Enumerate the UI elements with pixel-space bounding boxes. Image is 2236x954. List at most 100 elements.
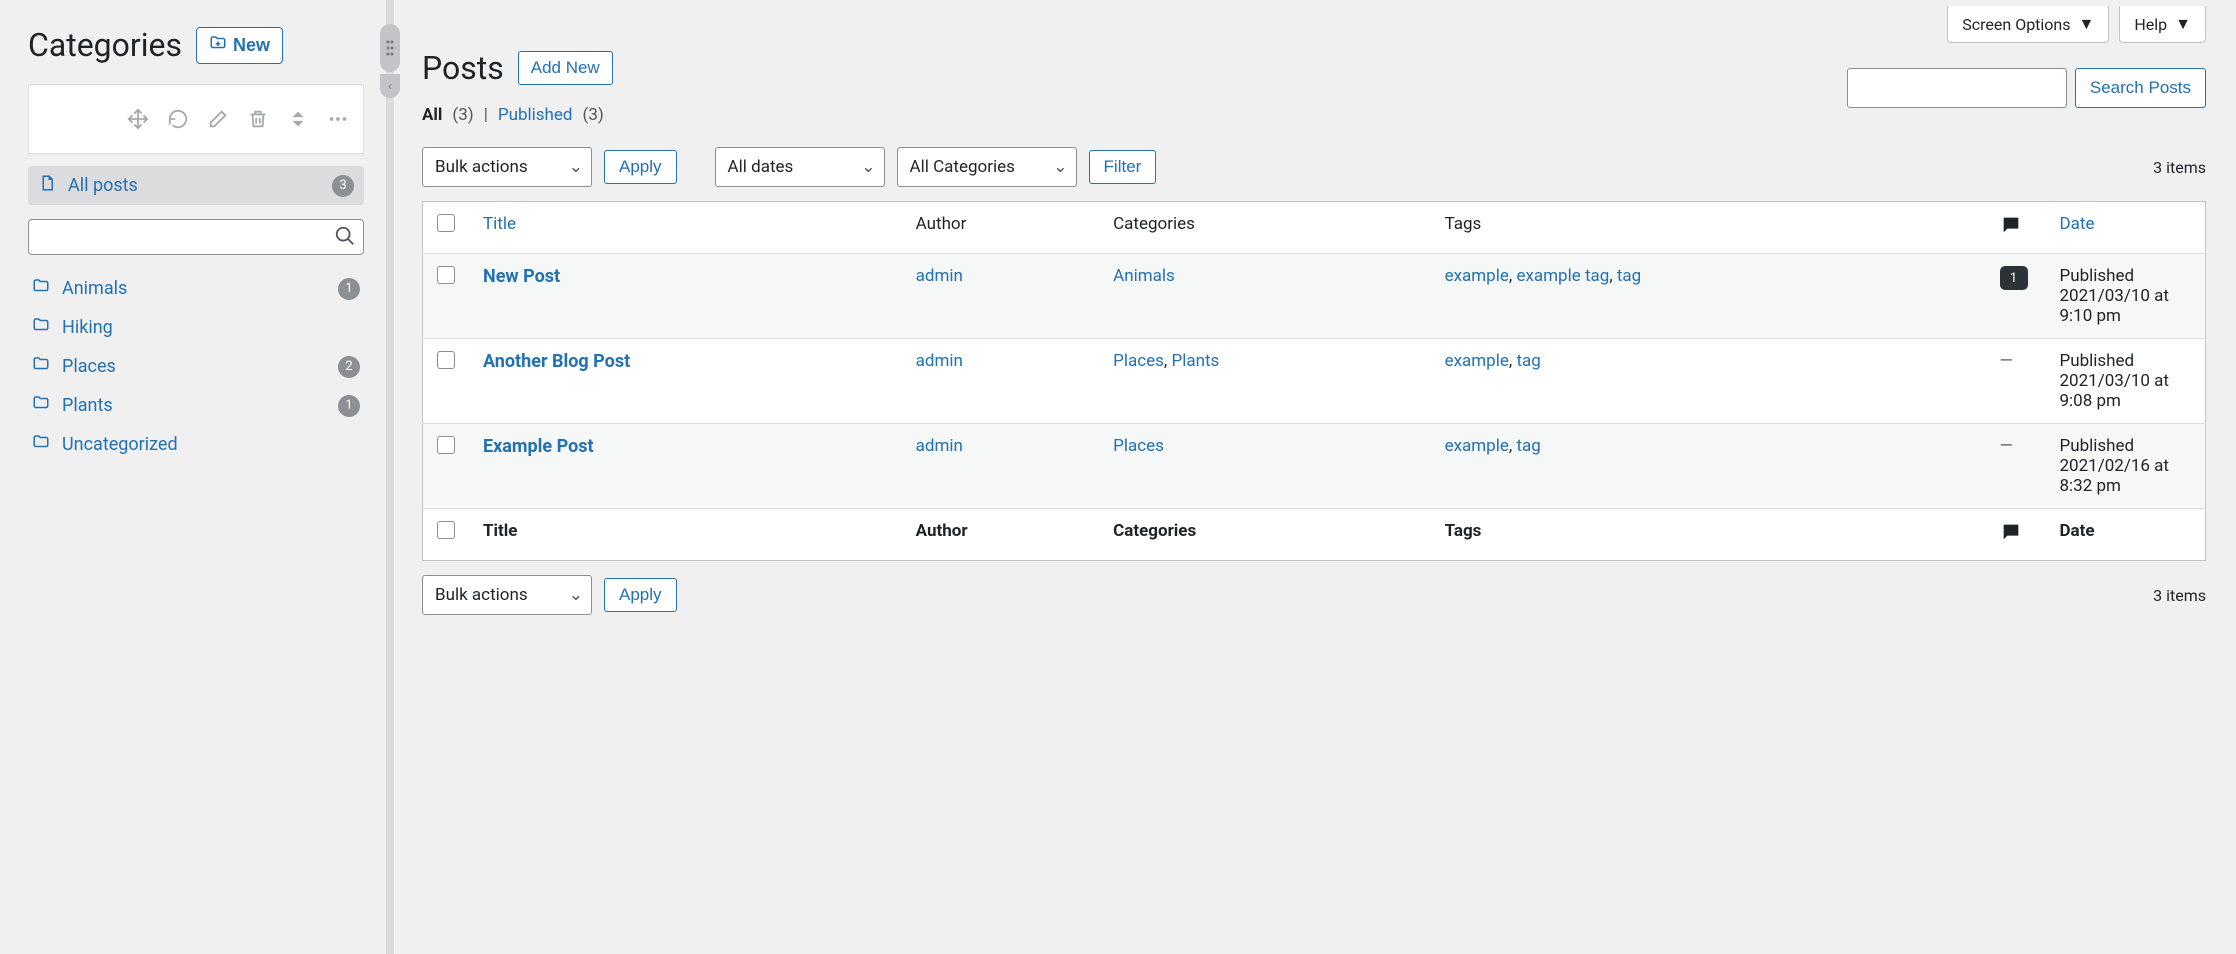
move-icon[interactable] [127,108,149,130]
col-author-footer: Author [902,509,1099,561]
categories-sidebar: Categories New All posts 3 Anim [0,0,392,954]
items-count-top: 3 items [2153,158,2206,177]
screen-options-label: Screen Options [1962,15,2070,34]
date-value: 2021/02/16 at 8:32 pm [2060,456,2170,496]
row-checkbox[interactable] [437,266,455,284]
comment-icon [2000,528,2022,548]
help-tab[interactable]: Help ▼ [2119,6,2206,43]
new-category-button[interactable]: New [196,27,283,64]
tag-link[interactable]: example [1445,266,1509,286]
date-status: Published [2060,351,2135,371]
page-title: Posts [422,49,504,87]
category-filter-select[interactable]: All Categories ⌄ [897,147,1077,187]
apply-button-bottom[interactable]: Apply [604,578,677,612]
items-count-bottom: 3 items [2153,586,2206,605]
add-new-button[interactable]: Add New [518,51,613,85]
chevron-down-icon: ⌄ [569,585,583,605]
select-all-checkbox-footer[interactable] [437,521,455,539]
post-title-link[interactable]: Another Blog Post [483,351,630,372]
category-filter-label: All Categories [910,157,1015,177]
date-value: 2021/03/10 at 9:08 pm [2060,371,2170,411]
folder-plus-icon [209,34,227,57]
sidebar-category-item[interactable]: Plants1 [28,386,364,425]
post-title-link[interactable]: New Post [483,266,560,287]
col-date[interactable]: Date [2046,202,2206,254]
table-row: Example PostadminPlacesexample, tag—Publ… [423,424,2206,509]
caret-down-icon: ▼ [2175,14,2191,34]
category-link[interactable]: Places [1113,351,1164,371]
col-date-footer[interactable]: Date [2046,509,2206,561]
screen-options-tab[interactable]: Screen Options ▼ [1947,6,2109,43]
author-link[interactable]: admin [916,351,963,371]
no-comments: — [2000,436,2013,456]
folder-icon [32,433,50,456]
help-label: Help [2134,15,2167,34]
tag-link[interactable]: tag [1617,266,1641,286]
new-button-label: New [233,35,270,56]
category-link[interactable]: Plants [1171,351,1219,371]
chevron-down-icon: ⌄ [1053,157,1067,177]
trash-icon[interactable] [247,108,269,130]
bulk-actions-select[interactable]: Bulk actions ⌄ [422,147,592,187]
apply-button[interactable]: Apply [604,150,677,184]
search-posts-button[interactable]: Search Posts [2075,68,2206,108]
date-value: 2021/03/10 at 9:10 pm [2060,286,2170,326]
caret-down-icon: ▼ [2079,14,2095,34]
sidebar-category-item[interactable]: Animals 1 [28,269,364,308]
col-title-footer[interactable]: Title [469,509,902,561]
tag-link[interactable]: example [1445,351,1509,371]
sort-icon[interactable] [287,108,309,130]
col-tags: Tags [1431,202,1986,254]
comment-count-badge[interactable]: 1 [2000,266,2028,290]
post-title-link[interactable]: Example Post [483,436,594,457]
sidebar-category-item[interactable]: Places2 [28,347,364,386]
category-label: Plants [62,395,113,416]
filter-button[interactable]: Filter [1089,150,1157,184]
category-link[interactable]: Animals [1113,266,1175,286]
refresh-icon[interactable] [167,108,189,130]
col-categories: Categories [1099,202,1430,254]
comment-icon [2000,221,2022,241]
all-posts-label: All posts [68,175,138,196]
category-toolbar [28,84,364,154]
category-label: Uncategorized [62,434,178,455]
col-comments-footer [1986,509,2046,561]
posts-tbody: New PostadminAnimalsexample, example tag… [423,254,2206,509]
tag-link[interactable]: tag [1516,351,1540,371]
no-comments: — [2000,351,2013,371]
all-posts-item[interactable]: All posts 3 [28,166,364,205]
tag-link[interactable]: tag [1516,436,1540,456]
sidebar-category-item[interactable]: Uncategorized [28,425,364,464]
col-categories-footer: Categories [1099,509,1430,561]
status-separator: | [484,105,488,125]
category-count: 1 [338,278,360,300]
search-icon [334,225,356,251]
date-filter-select[interactable]: All dates ⌄ [715,147,885,187]
row-checkbox[interactable] [437,351,455,369]
bulk-actions-select-bottom[interactable]: Bulk actions ⌄ [422,575,592,615]
sidebar-category-item[interactable]: Hiking [28,308,364,347]
author-link[interactable]: admin [916,436,963,456]
category-link[interactable]: Places [1113,436,1164,456]
posts-search-input[interactable] [1847,68,2067,108]
folder-icon [32,355,50,378]
category-label: Animals [62,278,127,299]
col-tags-footer: Tags [1431,509,1986,561]
select-all-checkbox[interactable] [437,214,455,232]
more-icon[interactable] [327,108,349,130]
status-all-label[interactable]: All [422,105,442,125]
row-checkbox[interactable] [437,436,455,454]
tag-link[interactable]: example [1445,436,1509,456]
folder-icon [32,394,50,417]
sidebar-title: Categories [28,26,182,64]
edit-icon[interactable] [207,108,229,130]
table-row: New PostadminAnimalsexample, example tag… [423,254,2206,339]
col-title[interactable]: Title [469,202,902,254]
bulk-actions-label-bottom: Bulk actions [435,585,528,605]
tag-link[interactable]: example tag [1516,266,1609,286]
author-link[interactable]: admin [916,266,963,286]
status-published-link[interactable]: Published [498,105,573,125]
col-author: Author [902,202,1099,254]
posts-main: Screen Options ▼ Help ▼ Posts Add New Al… [392,0,2236,954]
category-search-input[interactable] [28,219,364,255]
